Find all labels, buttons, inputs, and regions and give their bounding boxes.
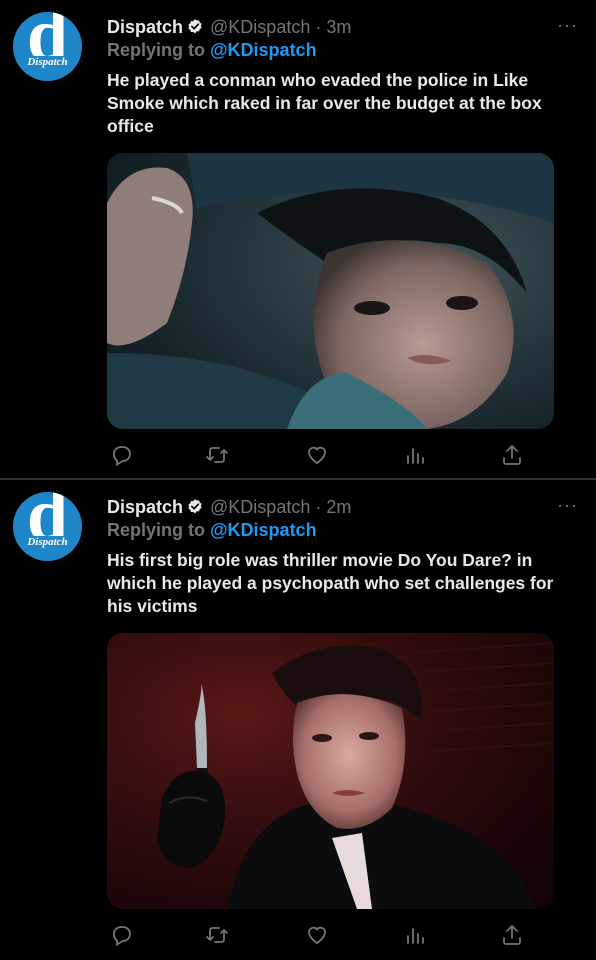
tweet-header: Dispatch @KDispatch · 2m [107,496,351,518]
avatar-tag: news [53,506,61,521]
retweet-button[interactable] [202,920,232,950]
more-options-icon[interactable]: ··· [557,496,578,514]
separator: · [315,496,322,517]
display-name[interactable]: Dispatch [107,17,183,38]
tweet-text: His first big role was thriller movie Do… [107,550,554,616]
reply-icon [113,446,131,467]
like-icon [308,446,326,465]
reply-icon [113,926,131,947]
like-button[interactable] [302,920,332,950]
reply-button[interactable] [107,440,137,470]
timestamp[interactable]: 3m [326,17,351,38]
avatar[interactable]: d news Dispatch [13,12,82,81]
share-button[interactable] [497,920,527,950]
analytics-icon [407,448,424,464]
replying-to-label: Replying to [107,520,210,540]
more-options-icon[interactable]: ··· [557,16,578,34]
avatar-label: Dispatch [13,56,82,68]
photo-image [107,153,554,429]
display-name[interactable]: Dispatch [107,497,183,518]
photo-image [107,633,554,909]
tweet-1[interactable]: d news Dispatch Dispatch @KDispatch · 3m… [0,0,596,478]
retweet-button[interactable] [202,440,232,470]
analytics-button[interactable] [400,440,430,470]
analytics-icon [407,928,424,944]
replying-to-mention[interactable]: @KDispatch [210,40,317,60]
tweet-media-photo[interactable] [107,153,554,429]
replying-to-label: Replying to [107,40,210,60]
tweet-header: Dispatch @KDispatch · 3m [107,16,351,38]
replying-to: Replying to @KDispatch [107,40,317,61]
reply-button[interactable] [107,920,137,950]
share-icon [503,445,521,465]
avatar-label: Dispatch [13,536,82,548]
separator: · [315,16,322,37]
share-icon [503,925,521,945]
replying-to: Replying to @KDispatch [107,520,317,541]
tweet-media-photo[interactable] [107,633,554,909]
action-bar [107,440,527,470]
verified-badge-icon [188,499,202,514]
retweet-icon [206,927,228,943]
tweet-2[interactable]: d news Dispatch Dispatch @KDispatch · 2m… [0,480,596,960]
handle[interactable]: @KDispatch [210,17,310,38]
like-icon [308,926,326,945]
replying-to-mention[interactable]: @KDispatch [210,520,317,540]
retweet-icon [206,447,228,463]
timestamp[interactable]: 2m [326,497,351,518]
verified-badge-icon [188,19,202,34]
like-button[interactable] [302,440,332,470]
avatar[interactable]: d news Dispatch [13,492,82,561]
handle[interactable]: @KDispatch [210,497,310,518]
avatar-tag: news [53,26,61,41]
action-bar [107,920,527,950]
tweet-text: He played a conman who evaded the police… [107,70,542,136]
analytics-button[interactable] [400,920,430,950]
share-button[interactable] [497,440,527,470]
